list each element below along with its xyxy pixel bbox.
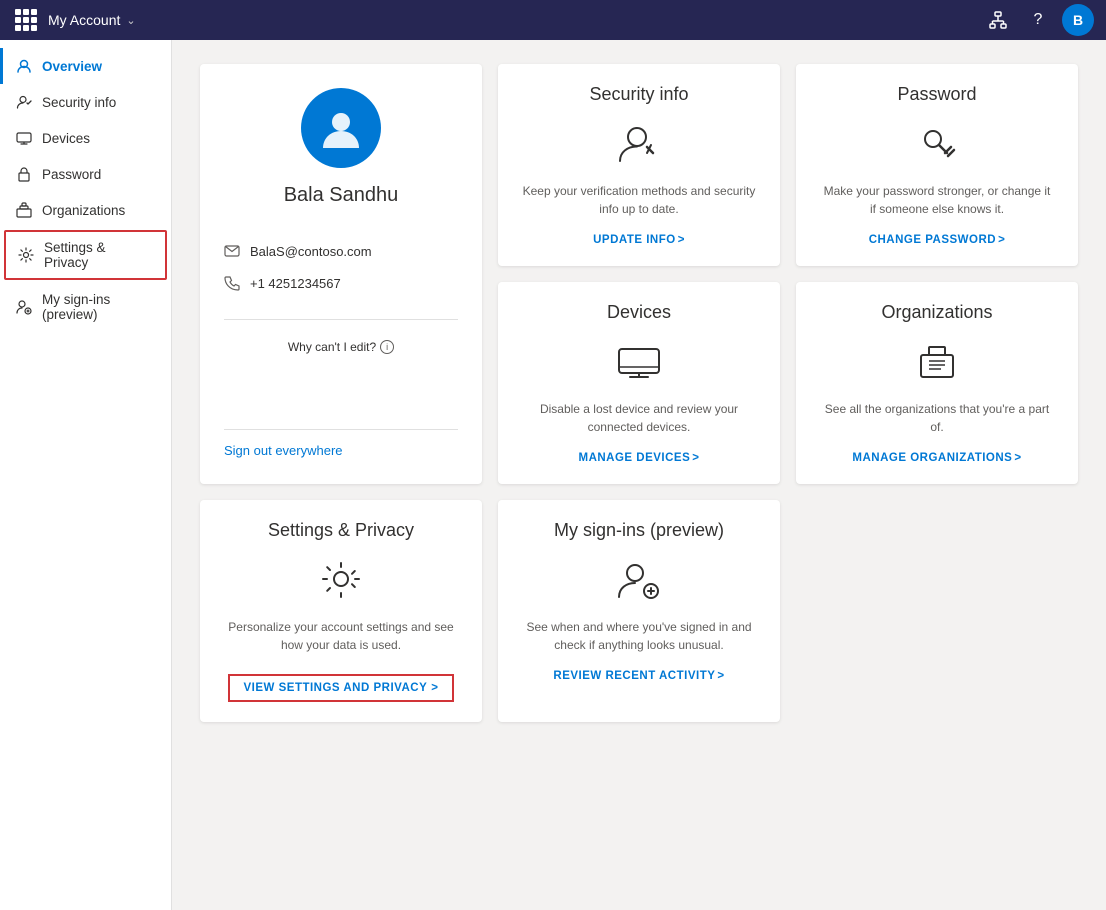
- my-signins-desc: See when and where you've signed in and …: [522, 618, 756, 654]
- main-content: Bala Sandhu BalaS@contoso.com +1 4251: [172, 40, 1106, 910]
- manage-devices-link[interactable]: MANAGE DEVICES >: [578, 452, 699, 464]
- overview-icon: [16, 58, 32, 74]
- profile-email: BalaS@contoso.com: [250, 244, 372, 259]
- organizations-icon-wrapper: [913, 339, 961, 388]
- sidebar-item-organizations[interactable]: Organizations: [0, 192, 171, 228]
- layout: Overview Security info Devices: [0, 40, 1106, 910]
- security-info-card-icon: [617, 121, 661, 165]
- devices-icon: [16, 130, 32, 146]
- profile-divider-bottom: [224, 429, 458, 430]
- sign-out-link[interactable]: Sign out everywhere: [224, 443, 343, 458]
- organizations-card-icon: [913, 339, 961, 383]
- sidebar-item-my-signins[interactable]: My sign-ins (preview): [0, 282, 171, 332]
- profile-avatar: [301, 88, 381, 168]
- security-info-icon-wrapper: [617, 121, 661, 170]
- settings-privacy-card: Settings & Privacy Personalize your acco…: [200, 500, 482, 722]
- phone-icon: [224, 275, 240, 291]
- devices-icon-wrapper: [615, 339, 663, 388]
- profile-phone: +1 4251234567: [250, 276, 341, 291]
- my-signins-icon-wrapper: [615, 557, 663, 606]
- cards-grid: Bala Sandhu BalaS@contoso.com +1 4251: [200, 64, 1078, 722]
- sidebar-item-devices[interactable]: Devices: [0, 120, 171, 156]
- security-info-title: Security info: [589, 84, 688, 105]
- password-card-desc: Make your password stronger, or change i…: [820, 182, 1054, 218]
- hierarchy-icon[interactable]: [982, 4, 1014, 36]
- review-recent-activity-link[interactable]: REVIEW RECENT ACTIVITY >: [553, 670, 724, 682]
- profile-name: Bala Sandhu: [284, 184, 399, 207]
- update-info-link[interactable]: UPDATE INFO >: [593, 234, 685, 246]
- security-info-icon: [16, 94, 32, 110]
- settings-privacy-card-title: Settings & Privacy: [268, 520, 414, 541]
- profile-phone-item: +1 4251234567: [224, 267, 458, 299]
- manage-organizations-link[interactable]: MANAGE ORGANIZATIONS >: [852, 452, 1021, 464]
- settings-link-label: VIEW SETTINGS AND PRIVACY: [244, 682, 428, 694]
- email-icon: [224, 243, 240, 259]
- why-edit: Why can't I edit? i: [288, 332, 394, 362]
- help-icon[interactable]: ?: [1022, 4, 1054, 36]
- settings-icon: [18, 247, 34, 263]
- sidebar: Overview Security info Devices: [0, 40, 172, 910]
- info-circle-icon: i: [380, 340, 394, 354]
- settings-link-arrow: >: [431, 682, 438, 694]
- change-password-link[interactable]: CHANGE PASSWORD >: [869, 234, 1006, 246]
- profile-card: Bala Sandhu BalaS@contoso.com +1 4251: [200, 64, 482, 484]
- password-card-title: Password: [897, 84, 976, 105]
- devices-card-title: Devices: [607, 302, 671, 323]
- user-avatar[interactable]: B: [1062, 4, 1094, 36]
- topnav: My Account ⌄ ? B: [0, 0, 1106, 40]
- organizations-card-title: Organizations: [881, 302, 992, 323]
- devices-card: Devices Disable a lost device and review…: [498, 282, 780, 484]
- my-signins-card: My sign-ins (preview) See when and where…: [498, 500, 780, 722]
- profile-divider: [224, 319, 458, 320]
- sidebar-item-security-info[interactable]: Security info: [0, 84, 171, 120]
- my-signins-card-icon: [615, 557, 663, 601]
- organizations-card: Organizations See all the organizations …: [796, 282, 1078, 484]
- profile-info: BalaS@contoso.com +1 4251234567: [224, 227, 458, 307]
- app-title[interactable]: My Account ⌄: [48, 12, 136, 28]
- waffle-menu-icon[interactable]: [12, 6, 40, 34]
- password-card: Password Make your password stronger, or…: [796, 64, 1078, 266]
- topnav-right: ? B: [982, 4, 1094, 36]
- my-signins-card-title: My sign-ins (preview): [554, 520, 724, 541]
- password-icon: [16, 166, 32, 182]
- organizations-card-desc: See all the organizations that you're a …: [820, 400, 1054, 436]
- settings-privacy-card-icon: [317, 557, 365, 601]
- settings-privacy-desc: Personalize your account settings and se…: [224, 618, 458, 654]
- organizations-icon: [16, 202, 32, 218]
- sidebar-item-password[interactable]: Password: [0, 156, 171, 192]
- password-icon-wrapper: [915, 121, 959, 170]
- security-info-card: Security info Keep your verification met…: [498, 64, 780, 266]
- settings-privacy-icon-wrapper: [317, 557, 365, 606]
- profile-actions: Sign out everywhere: [224, 442, 458, 460]
- devices-card-desc: Disable a lost device and review your co…: [522, 400, 756, 436]
- sidebar-item-overview[interactable]: Overview: [0, 48, 171, 84]
- profile-email-item: BalaS@contoso.com: [224, 235, 458, 267]
- my-signins-icon: [16, 299, 32, 315]
- settings-link-button[interactable]: VIEW SETTINGS AND PRIVACY >: [228, 674, 455, 702]
- security-info-desc: Keep your verification methods and secur…: [522, 182, 756, 218]
- devices-card-icon: [615, 339, 663, 383]
- sidebar-item-settings-privacy[interactable]: Settings & Privacy: [4, 230, 167, 280]
- chevron-down-icon: ⌄: [126, 14, 135, 27]
- password-card-icon: [915, 121, 959, 165]
